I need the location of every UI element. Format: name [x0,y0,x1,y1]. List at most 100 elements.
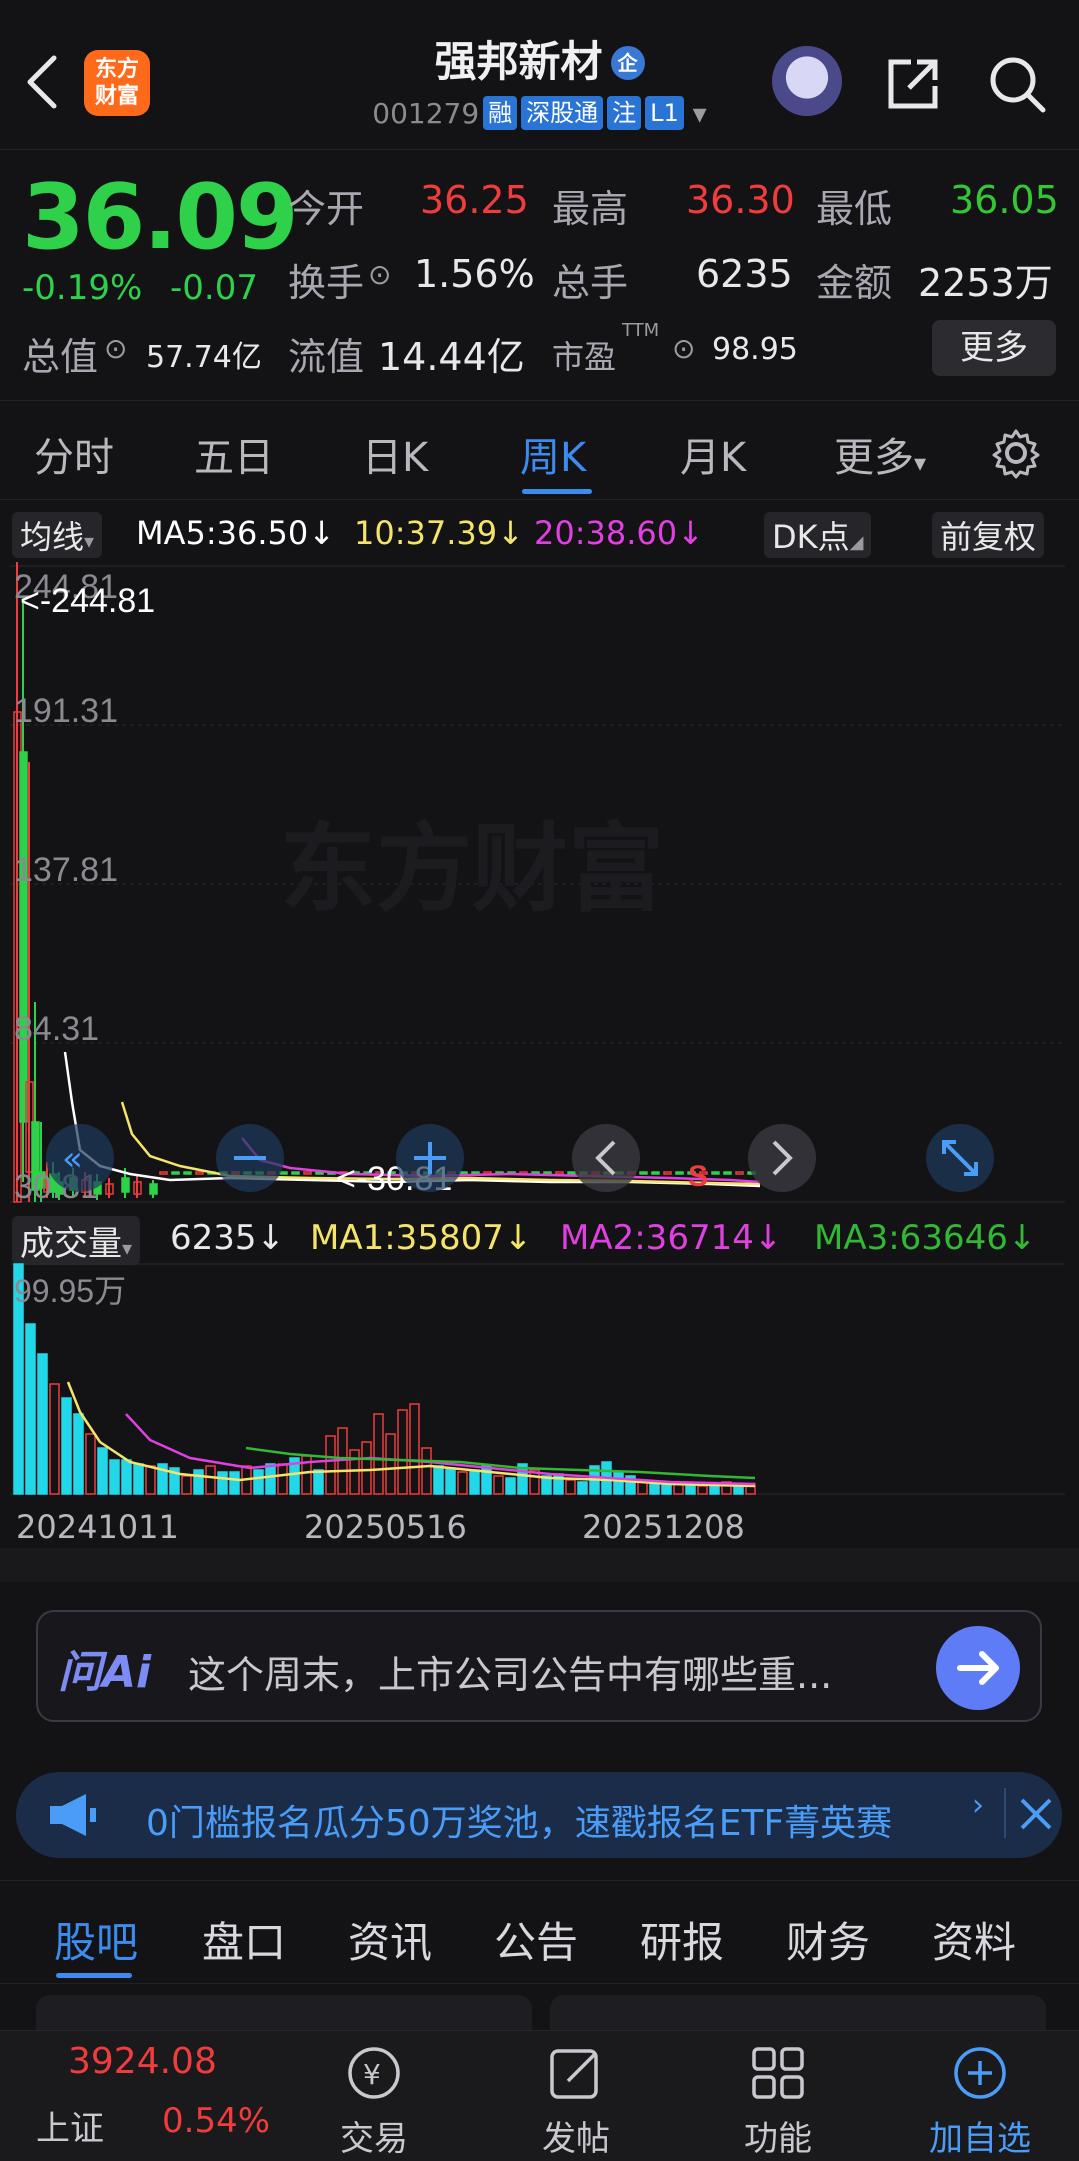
vol-ma3-value: MA3:63646↓ [814,1218,1037,1258]
megaphone-icon [46,1792,100,1842]
adjust-button[interactable]: 前复权 [932,512,1045,558]
tag-level: L1 [645,96,684,130]
volume-bar [697,1485,708,1495]
vol-ma1-value: MA1:35807↓ [310,1218,533,1258]
volume-chart[interactable]: 99.95万 [10,1262,1065,1512]
vol-ma2-value: MA2:36714↓ [560,1218,783,1258]
index-change: 0.54% [162,2101,271,2141]
watermark: 东方财富 [280,816,664,923]
chevron-right-icon: › [972,1788,984,1823]
chevron-down-icon[interactable]: ▾ [684,97,707,130]
ma10-value: 10:37.39↓ [354,514,524,552]
index-name: 上证 [36,2109,104,2149]
chart-scroll-left-icon[interactable]: « [46,1124,114,1192]
tab-announcements[interactable]: 公告 [494,1909,578,1970]
forum-card[interactable] [36,1995,532,2035]
volume-bar [613,1471,624,1495]
candle-body [195,1171,204,1175]
y-tick-137: 137.81 [14,851,118,889]
volume-label: 总手 [552,261,629,305]
share-icon[interactable] [883,54,943,114]
tab-profile[interactable]: 资料 [932,1909,1016,1970]
info-circle-icon[interactable]: ⊙ [368,258,391,291]
ma20-value: 20:38.60↓ [534,514,704,552]
high-label: 最高 [552,187,629,231]
nav-add-watchlist[interactable]: 加自选 [910,2111,1050,2160]
low-value: 36.05 [950,178,1059,222]
robot-assistant-icon[interactable] [772,46,842,116]
tab-monthly-k[interactable]: 月K [680,425,746,483]
volume-bar [265,1463,276,1495]
ai-question-box[interactable]: 问Ai 这个周末，上市公司公告中有哪些重... [36,1610,1042,1722]
tab-more-label: 更多 [834,435,914,481]
tab-daily-k[interactable]: 日K [362,425,428,483]
candle-body [183,1171,192,1175]
turnover-label: 换手 [288,261,365,305]
sell-signal-marker: S [688,1160,708,1193]
more-button[interactable]: 更多 [932,320,1056,376]
candle-body [735,1171,744,1175]
ma5-value: MA5:36.50↓ [136,514,336,552]
search-icon[interactable] [985,52,1049,116]
nav-post[interactable]: 发帖 [506,2111,646,2160]
settings-gear-icon[interactable] [990,427,1042,483]
tab-research[interactable]: 研报 [640,1909,724,1970]
chart-zoom-out-icon[interactable] [216,1124,284,1192]
chart-zoom-in-icon[interactable] [396,1124,464,1192]
enterprise-badge: 企 [610,46,645,80]
candle-body [711,1171,720,1175]
volume-bar [361,1441,372,1495]
volume-max-label: 99.95万 [14,1273,126,1309]
banner-divider [1004,1788,1006,1838]
bottom-nav: 3924.08 上证 0.54% ¥ 交易 发帖 功能 加自选 [0,2030,1079,2161]
ma-type-dropdown[interactable]: 均线▾ [12,512,103,558]
open-value: 36.25 [420,178,529,222]
candle-body [19,751,28,1123]
volume-bar [253,1469,264,1495]
post-edit-icon[interactable] [546,2043,606,2103]
tab-finance[interactable]: 财务 [786,1909,870,1970]
candle-body [555,1171,564,1175]
forum-card[interactable] [550,1995,1046,2035]
tab-news[interactable]: 资讯 [348,1909,432,1970]
send-arrow-icon[interactable] [936,1626,1020,1710]
ai-prompt-text[interactable]: 这个周末，上市公司公告中有哪些重... [188,1644,948,1699]
trade-yuan-icon[interactable]: ¥ [344,2043,404,2103]
tab-weekly-k[interactable]: 周K [520,425,586,483]
open-label: 今开 [288,187,365,231]
chart-prev-icon[interactable] [572,1124,640,1192]
tab-five-day[interactable]: 五日 [194,425,274,483]
tab-intraday[interactable]: 分时 [34,425,114,483]
volume-type-dropdown[interactable]: 成交量▾ [12,1216,141,1265]
volume-bar [469,1469,480,1495]
pe-ttm-sup: TTM [622,320,660,341]
volume-bar [421,1447,432,1495]
stock-code: 001279 [372,97,480,130]
volume-bar [85,1433,96,1495]
tab-order-book[interactable]: 盘口 [202,1909,286,1970]
volume-bar [217,1471,228,1495]
info-circle-icon[interactable]: ⊙ [104,332,127,365]
x-tick-date-3: 20251208 [582,1508,745,1546]
promo-banner[interactable]: 0门槛报名瓜分50万奖池，速戳报名ETF菁英赛 › [16,1772,1062,1858]
chart-fullscreen-icon[interactable] [926,1124,994,1192]
functions-grid-icon[interactable] [748,2043,808,2103]
chart-next-icon[interactable] [748,1124,816,1192]
tab-forum[interactable]: 股吧 [54,1909,138,1970]
stock-name: 强邦新材 [434,37,603,86]
add-watchlist-icon[interactable] [950,2043,1010,2103]
close-icon[interactable] [1016,1786,1056,1846]
dk-point-dropdown[interactable]: DK点◢ [764,512,872,558]
nav-trade[interactable]: 交易 [304,2111,444,2160]
pe-value: 98.95 [712,332,798,367]
kline-chart[interactable]: 东方财富 244.81 <-244.81 191.31 137.81 84.31… [10,562,1065,1212]
svg-text:¥: ¥ [363,2058,381,2091]
amount-value: 2253万 [918,261,1053,305]
y-tick-191: 191.31 [14,692,118,730]
info-circle-icon[interactable]: ⊙ [672,332,695,365]
volume-bar [457,1471,468,1495]
nav-functions[interactable]: 功能 [708,2111,848,2160]
volume-bar [73,1413,84,1495]
tab-more[interactable]: 更多▾ [834,425,926,483]
active-tab-indicator [522,489,592,494]
